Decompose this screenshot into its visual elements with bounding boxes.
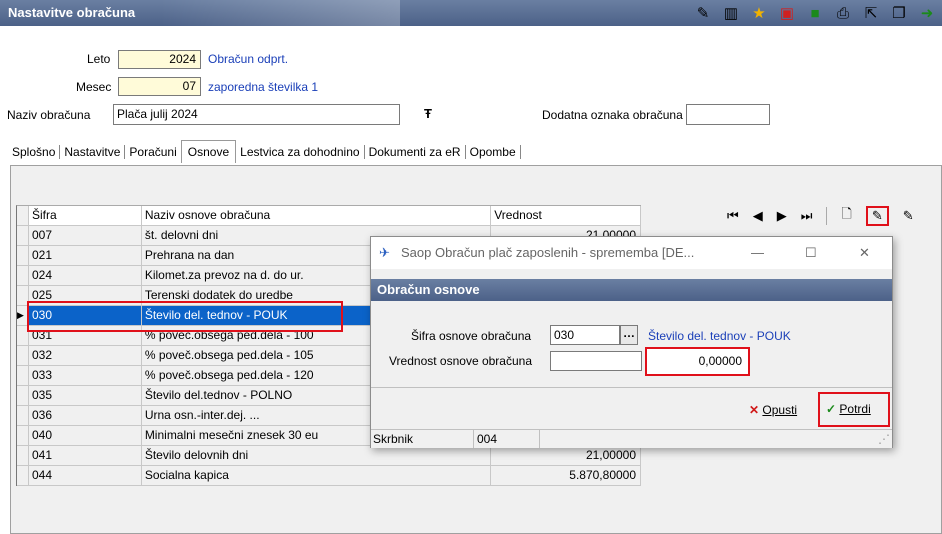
highlight-selected-row <box>27 301 343 332</box>
vrednost-input-left[interactable] <box>550 351 642 371</box>
cell-sifra: 040 <box>29 426 142 445</box>
cube-icon[interactable]: ■ <box>806 4 824 22</box>
resize-grip-icon[interactable]: ⋰ <box>878 432 890 446</box>
status-label: Skrbnik <box>373 432 414 446</box>
delete-icon[interactable]: ▣ <box>778 4 796 22</box>
copy-icon[interactable]: ❐ <box>890 4 908 22</box>
tab-osnove[interactable]: Osnove <box>180 139 237 163</box>
close-button[interactable]: ✕ <box>859 237 870 269</box>
columns-icon[interactable]: ▥ <box>722 4 740 22</box>
leto-info: Obračun odprt. <box>208 52 289 66</box>
cell-sifra: 044 <box>29 466 142 485</box>
dialog-window-titlebar: ✈ Saop Obračun plač zaposlenih - spremem… <box>371 237 892 269</box>
print-icon[interactable]: ⎙ <box>834 4 852 22</box>
prev-record-icon[interactable]: ◀ <box>753 208 763 224</box>
record-navigator: ⏮ ◀ ▶ ⏭ 🗋 ✎ ✎ <box>727 205 914 227</box>
row-indicator <box>17 386 29 405</box>
cell-sifra: 041 <box>29 446 142 465</box>
dodatna-input[interactable] <box>686 104 770 125</box>
row-indicator <box>17 246 29 265</box>
status-bar: Skrbnik 004 ⋰ <box>371 429 892 448</box>
app-icon: ✈ <box>379 245 390 260</box>
row-indicator <box>17 226 29 245</box>
new-record-icon[interactable]: 🗋 <box>841 205 851 227</box>
cell-sifra: 007 <box>29 226 142 245</box>
cell-sifra: 032 <box>29 346 142 365</box>
sifra-input[interactable]: 030 <box>550 325 620 345</box>
cell-sifra: 033 <box>29 366 142 385</box>
font-icon[interactable]: Ŧ <box>424 106 432 121</box>
check-icon: ✓ <box>826 402 837 416</box>
tab-dokumenti[interactable]: Dokumenti za eR <box>365 145 466 159</box>
table-header: Šifra Naziv osnove obračuna Vrednost <box>17 206 642 226</box>
opusti-button[interactable]: ✕ Opusti <box>749 397 798 423</box>
cell-vrednost: 21,00000 <box>491 446 642 465</box>
tab-nastavitve[interactable]: Nastavitve <box>60 145 126 159</box>
tab-opombe[interactable]: Opombe <box>466 145 521 159</box>
tab-splosno[interactable]: Splošno <box>8 145 61 159</box>
dialog-header: Obračun osnove <box>371 279 892 301</box>
tab-poracuni[interactable]: Poračuni <box>125 145 180 159</box>
mesec-input[interactable]: 07 <box>118 77 201 96</box>
sifra-label: Šifra osnove obračuna <box>411 329 532 343</box>
cell-naziv: Socialna kapica <box>142 466 492 485</box>
star-icon[interactable]: ★ <box>750 4 768 22</box>
row-indicator <box>17 346 29 365</box>
maximize-button[interactable]: ☐ <box>805 237 817 269</box>
export-icon[interactable]: ⇱ <box>862 4 880 22</box>
dialog-window-title: Saop Obračun plač zaposlenih - sprememba… <box>401 245 695 260</box>
minimize-button[interactable]: — <box>751 237 764 269</box>
leto-input[interactable]: 2024 <box>118 50 201 69</box>
status-value: 004 <box>477 432 498 446</box>
table-row[interactable]: 041 Število delovnih dni 21,00000 <box>17 446 642 466</box>
row-indicator <box>17 466 29 485</box>
vrednost-label: Vrednost osnove obračuna <box>389 354 532 368</box>
cell-vrednost: 5.870,80000 <box>491 466 642 485</box>
next-record-icon[interactable]: ▶ <box>777 208 787 224</box>
mesec-info: zaporedna številka 1 <box>208 80 319 94</box>
cell-sifra: 036 <box>29 406 142 425</box>
cell-sifra: 024 <box>29 266 142 285</box>
naziv-input[interactable]: Plača julij 2024 <box>113 104 400 125</box>
row-indicator <box>17 446 29 465</box>
dodatna-label: Dodatna oznaka obračuna <box>542 108 683 122</box>
leto-label: Leto <box>87 52 111 66</box>
edit2-record-icon[interactable]: ✎ <box>903 208 914 224</box>
row-indicator <box>17 406 29 425</box>
potrdi-button[interactable]: ✓ Potrdi <box>818 392 890 427</box>
tab-lestvica[interactable]: Lestvica za dohodnino <box>236 145 365 159</box>
edit-dialog: ✈ Saop Obračun plač zaposlenih - spremem… <box>370 236 893 448</box>
sifra-desc: Število del. tednov - POUK <box>648 329 791 343</box>
vrednost-input[interactable]: 0,00000 <box>645 347 750 376</box>
table-row[interactable]: 044 Socialna kapica 5.870,80000 <box>17 466 642 486</box>
tab-bar: Splošno Nastavitve Poračuni Osnove Lestv… <box>8 139 521 164</box>
first-record-icon[interactable]: ⏮ <box>727 208 739 224</box>
mesec-label: Mesec <box>76 80 112 94</box>
lookup-button[interactable]: … <box>620 325 638 345</box>
exit-icon[interactable]: ➜ <box>918 4 936 22</box>
row-indicator <box>17 366 29 385</box>
window-title: Nastavitve obračuna <box>8 5 136 20</box>
cancel-icon: ✕ <box>749 403 760 417</box>
row-indicator <box>17 266 29 285</box>
last-record-icon[interactable]: ⏭ <box>801 208 813 224</box>
row-indicator <box>17 426 29 445</box>
cell-naziv: Število delovnih dni <box>142 446 492 465</box>
edit-record-icon[interactable]: ✎ <box>865 206 889 226</box>
edit-icon[interactable]: ✎ <box>694 4 712 22</box>
cell-sifra: 021 <box>29 246 142 265</box>
naziv-label: Naziv obračuna <box>7 108 91 122</box>
toolbar: ✎ ▥ ★ ▣ ■ ⎙ ⇱ ❐ ➜ <box>694 4 936 23</box>
cell-sifra: 035 <box>29 386 142 405</box>
